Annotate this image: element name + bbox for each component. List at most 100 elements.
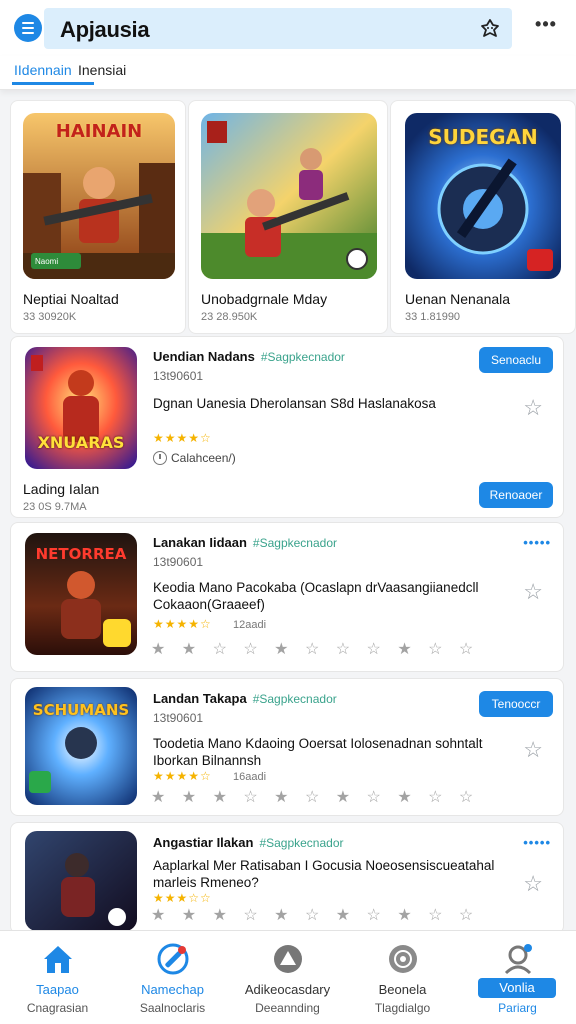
list-item[interactable]: Angastiar Ilakan #Sagpkecnador Aaplarkal … (10, 822, 564, 934)
app-tag[interactable]: #Sagpkecnador (259, 836, 343, 850)
bottom-navigation: Taapao Cnagrasian Namechap Saalnoclaris … (0, 930, 576, 1024)
thumbnail-title: HAINAIN (55, 121, 143, 142)
rating-stars: ★★★☆☆ (153, 891, 212, 905)
rating-strip: ★ ★ ★ ☆ ★ ☆ ★ ☆ ★ ☆ ☆ (151, 907, 480, 924)
featured-card[interactable]: HAINAIN Naomi Neptiai Noaltad 33 30920K (10, 100, 186, 334)
nav-sublabel: Cnagrasian (26, 1001, 89, 1015)
nav-item-tags[interactable]: Namechap Saalnoclaris (115, 931, 230, 1024)
nav-item-profile[interactable]: Vonlia Pariarg (460, 931, 575, 1024)
tag-icon (157, 943, 189, 975)
duration-row: Calahceen/) (153, 451, 236, 465)
nav-label: Vonlia (478, 978, 556, 998)
nav-label: Adikeocasdary (244, 982, 331, 997)
thumbnail-title: NETORREA (35, 545, 127, 563)
featured-title: Unobadgrnale Mday (201, 291, 328, 307)
nav-sublabel: Pariarg (498, 1001, 537, 1015)
leaf-icon (274, 945, 302, 973)
tab-secondary[interactable]: Inensiai (78, 62, 126, 78)
app-tag[interactable]: #Sagpkecnador (261, 350, 345, 364)
nav-item-browse[interactable]: Beonela Tlagdialgo (345, 931, 460, 1024)
featured-card[interactable]: Unobadgrnale Mday 23 28.950K (188, 100, 388, 334)
app-name: Lanakan Iidaan (153, 535, 247, 550)
list-item[interactable]: SCHUMANS Landan Takapa #Sagpkecnador 13t9… (10, 678, 564, 816)
game-thumbnail[interactable] (25, 831, 137, 931)
list-item[interactable]: NETORREA Lanakan Iidaan #Sagpkecnador 13t… (10, 522, 564, 672)
nav-label: Beonela (378, 982, 427, 997)
app-title: Apjausia (60, 17, 150, 42)
featured-title: Uenan Nenanala (405, 291, 511, 307)
nav-sublabel: Tlagdialgo (374, 1001, 431, 1015)
favorite-star-icon[interactable]: ☆ (523, 579, 543, 605)
app-name-row: Landan Takapa #Sagpkecnador (153, 691, 337, 706)
tab-bar: IIdennain Inensiai (0, 56, 576, 90)
item-title: Lading Ialan (23, 481, 100, 497)
thumbnail-title: XNUARAS (37, 433, 125, 452)
featured-meta: 23 28.950K (201, 311, 258, 323)
duration-text: Calahceen/) (171, 451, 236, 465)
app-tag[interactable]: #Sagpkecnador (253, 692, 337, 706)
game-thumbnail[interactable]: XNUARAS (25, 347, 137, 469)
app-name-row: Uendian Nadans #Sagpkecnador (153, 349, 345, 364)
more-options-icon[interactable]: ••• (534, 14, 558, 34)
primary-action-button[interactable]: Senoaclu (479, 347, 553, 373)
app-tag[interactable]: #Sagpkecnador (253, 536, 337, 550)
app-description: Toodetia Mano Kdaoing Ooersat Iolosenadn… (153, 736, 483, 768)
featured-meta: 33 30920K (23, 311, 77, 323)
game-thumbnail[interactable]: SCHUMANS (25, 687, 137, 805)
featured-title: Neptiai Noaltad (23, 291, 119, 307)
game-thumbnail[interactable]: SUDEGAN (405, 113, 561, 279)
nav-sublabel: Deeannding (255, 1001, 320, 1015)
featured-row: HAINAIN Naomi Neptiai Noaltad 33 30920K … (10, 100, 576, 334)
rating-strip: ★ ★ ★ ☆ ★ ☆ ★ ☆ ★ ☆ ☆ (151, 789, 480, 806)
app-description: Keodia Mano Pacokaba (Ocaslapn drVaasang… (153, 580, 479, 612)
app-subtitle: 13t90601 (153, 555, 204, 569)
active-tab-indicator (12, 82, 94, 85)
app-subtitle: 13t90601 (153, 369, 204, 383)
game-thumbnail[interactable]: HAINAIN Naomi (23, 113, 175, 279)
rating-stars: ★★★★☆ (153, 769, 212, 783)
item-meta: 23 0S 9.7MA (23, 501, 87, 513)
app-name: Angastiar Ilakan (153, 835, 254, 850)
rating-stars: ★★★★☆ (153, 431, 212, 445)
favorite-star-icon[interactable]: ☆ (523, 871, 543, 897)
favorite-star-icon[interactable]: ☆ (523, 737, 543, 763)
top-bar: Apjausia ••• (0, 0, 576, 56)
ghost-icon[interactable] (478, 17, 502, 41)
thumbnail-badge: Naomi (35, 257, 59, 266)
profile-icon (504, 944, 532, 975)
rating-strip: ★ ★ ☆ ☆ ★ ☆ ☆ ☆ ★ ☆ ☆ (151, 641, 480, 658)
rating-count: 16aadi (233, 771, 267, 783)
featured-meta: 33 1.81990 (405, 311, 461, 323)
thumbnail-title: SUDEGAN (428, 125, 538, 149)
nav-item-home[interactable]: Taapao Cnagrasian (0, 931, 115, 1024)
game-thumbnail[interactable]: NETORREA (25, 533, 137, 655)
app-description: Aaplarkal Mer Ratisaban I Gocusia Noeose… (153, 858, 495, 890)
favorite-star-icon[interactable]: ☆ (523, 395, 543, 421)
menu-icon[interactable] (14, 14, 42, 42)
rating-stars: ★★★★☆ (153, 617, 212, 631)
app-description: Dgnan Uanesia Dherolansan S8d Haslanakos… (153, 396, 436, 411)
nav-sublabel: Saalnoclaris (139, 1001, 206, 1015)
primary-action-button[interactable]: Tenooccr (479, 691, 553, 717)
secondary-action-button[interactable]: Renoaoer (479, 482, 553, 508)
home-icon (44, 946, 72, 973)
nav-item-discover[interactable]: Adikeocasdary Deeannding (230, 931, 345, 1024)
tab-primary[interactable]: IIdennain (14, 62, 72, 78)
more-options-icon[interactable]: ••••• (523, 835, 551, 850)
more-options-icon[interactable]: ••••• (523, 535, 551, 550)
app-name-row: Angastiar Ilakan #Sagpkecnador (153, 835, 344, 850)
game-thumbnail[interactable] (201, 113, 377, 279)
app-name: Uendian Nadans (153, 349, 255, 364)
featured-card[interactable]: SUDEGAN Uenan Nenanala 33 1.81990 (390, 100, 576, 334)
globe-icon (389, 945, 417, 973)
list-item[interactable]: XNUARAS Uendian Nadans #Sagpkecnador 13t9… (10, 336, 564, 518)
rating-count: 12aadi (233, 619, 267, 631)
thumbnail-title: SCHUMANS (32, 701, 130, 719)
nav-label: Namechap (141, 982, 204, 997)
nav-label: Taapao (36, 982, 79, 997)
app-subtitle: 13t90601 (153, 711, 204, 725)
app-name-row: Lanakan Iidaan #Sagpkecnador (153, 535, 337, 550)
clock-icon (153, 451, 167, 465)
app-name: Landan Takapa (153, 691, 247, 706)
search-bar[interactable]: Apjausia (44, 8, 512, 49)
